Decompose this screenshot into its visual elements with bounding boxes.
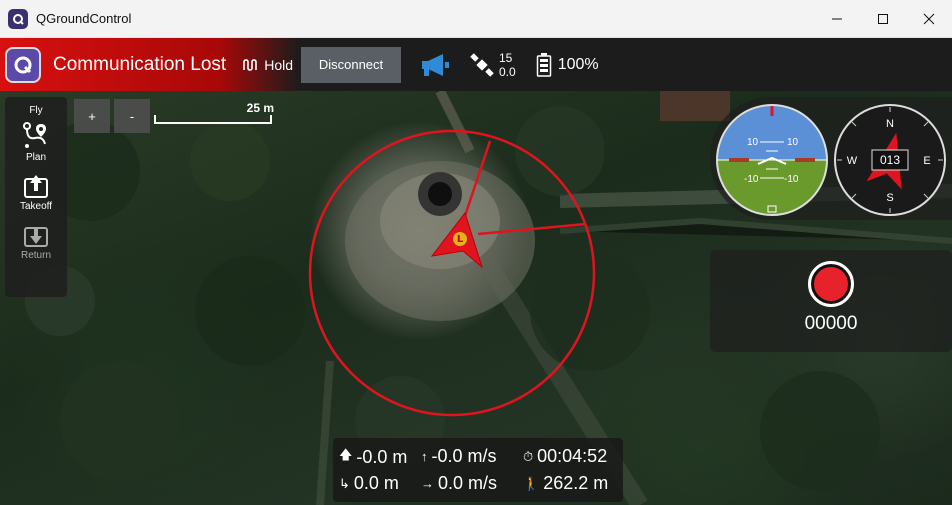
- pitch-label-top-right: 10: [787, 137, 799, 148]
- zoom-in-button[interactable]: +: [74, 99, 110, 133]
- pitch-label-bottom-left: -10: [744, 174, 759, 185]
- compass-west: W: [847, 155, 858, 167]
- qgc-logo-icon: [14, 56, 32, 73]
- return-icon: [23, 227, 48, 247]
- close-icon: [923, 13, 935, 25]
- return-label: Return: [20, 250, 51, 261]
- fly-label: Fly: [29, 105, 43, 116]
- minimize-icon: [832, 18, 842, 20]
- compass: N S W E 013: [834, 104, 946, 216]
- zoom-out-button[interactable]: -: [114, 99, 150, 133]
- distance-readout: ↳ 0.0 m: [339, 473, 399, 494]
- vertical-speed-value: -0.0 m/s: [431, 446, 497, 466]
- flight-time-value: 00:04:52: [537, 446, 608, 466]
- gps-indicator[interactable]: 15 0.0: [469, 51, 516, 79]
- maximize-button[interactable]: [860, 0, 906, 38]
- record-counter: 00000: [804, 313, 858, 334]
- gps-hdop: 0.0: [499, 64, 516, 79]
- ground-speed-value: 0.0 m/s: [438, 473, 498, 493]
- gps-satellite-count: 15: [499, 50, 513, 65]
- record-button[interactable]: [808, 261, 854, 307]
- pitch-label-bottom-right: -10: [784, 174, 799, 185]
- video-panel: 00000: [710, 250, 952, 352]
- battery-percent: 100%: [557, 55, 599, 73]
- fly-tool[interactable]: Fly: [29, 103, 42, 116]
- satellite-icon: [470, 52, 494, 77]
- tool-strip: Fly Plan Takeoff Return: [5, 97, 67, 297]
- main-toolbar: Communication Lost Hold Disconnect 15 0.…: [0, 38, 952, 91]
- battery-indicator[interactable]: 100%: [536, 52, 599, 78]
- messages-indicator[interactable]: [419, 52, 451, 78]
- turn-arrow-icon: ↳: [339, 475, 350, 491]
- window-title: QGroundControl: [36, 11, 132, 26]
- distance-value: 0.0 m: [353, 473, 399, 493]
- window-titlebar: QGroundControl: [0, 0, 952, 38]
- flight-mode-label: Hold: [264, 56, 293, 73]
- compass-north: N: [886, 118, 894, 130]
- home-distance-readout: 🚶 262.2 m: [523, 473, 608, 494]
- flight-mode-icon: [243, 58, 258, 71]
- altitude-readout: 🡅 -0.0 m: [339, 446, 407, 468]
- maximize-icon: [878, 14, 888, 24]
- telemetry-bar[interactable]: 🡅 -0.0 m ↑ -0.0 m/s ⏱ 00:04:52 ↳ 0.0 m →…: [333, 438, 623, 502]
- battery-icon: [536, 52, 551, 77]
- ground-speed-readout: → 0.0 m/s: [421, 473, 497, 494]
- minimize-button[interactable]: [814, 0, 860, 38]
- attitude-indicator: 10 10 -10 -10: [716, 104, 828, 216]
- return-tool[interactable]: Return: [21, 222, 51, 261]
- megaphone-icon: [422, 53, 449, 76]
- disconnect-button[interactable]: Disconnect: [301, 46, 401, 83]
- plan-tool[interactable]: Plan: [21, 120, 51, 163]
- connection-status[interactable]: Communication Lost: [53, 54, 226, 76]
- altitude-icon: 🡅: [339, 447, 353, 462]
- takeoff-icon: [24, 175, 48, 198]
- vertical-speed-readout: ↑ -0.0 m/s: [421, 446, 497, 467]
- stopwatch-icon: ⏱: [523, 448, 534, 464]
- launch-marker[interactable]: L: [453, 232, 467, 246]
- compass-heading: 013: [880, 153, 900, 167]
- close-button[interactable]: [906, 0, 952, 38]
- pitch-label-top-left: 10: [747, 137, 759, 148]
- qgc-menu-button[interactable]: [5, 46, 41, 83]
- plan-label: Plan: [25, 152, 46, 163]
- arrow-up-icon: ↑: [421, 449, 428, 464]
- flight-mode-selector[interactable]: Hold: [242, 57, 293, 73]
- arrow-right-icon: →: [421, 476, 434, 491]
- flight-time-readout: ⏱ 00:04:52: [523, 446, 607, 467]
- plan-icon: [23, 122, 46, 148]
- home-distance-value: 262.2 m: [543, 473, 609, 493]
- altitude-value: -0.0 m: [356, 446, 408, 467]
- app-icon: [8, 8, 28, 29]
- walking-person-icon: 🚶: [523, 475, 540, 491]
- compass-east: E: [923, 155, 930, 167]
- map-scale-label: 25 m: [246, 101, 274, 115]
- takeoff-label: Takeoff: [19, 201, 53, 212]
- takeoff-tool[interactable]: Takeoff: [20, 173, 52, 212]
- compass-south: S: [886, 192, 893, 204]
- map-scale: 25 m: [154, 100, 274, 132]
